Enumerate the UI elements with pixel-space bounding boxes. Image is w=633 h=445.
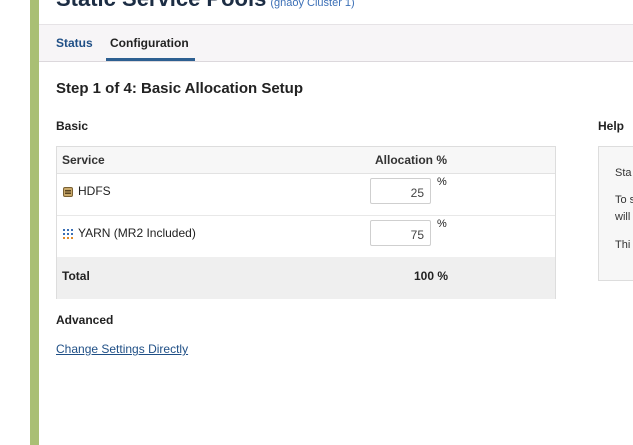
tab-configuration[interactable]: Configuration — [110, 36, 189, 50]
service-name: YARN (MR2 Included) — [78, 226, 196, 240]
percent-sign: % — [437, 176, 447, 188]
page-title-text: Static Service Pools — [56, 0, 266, 11]
tab-status[interactable]: Status — [56, 36, 93, 50]
yarn-icon — [63, 228, 73, 239]
step-title: Step 1 of 4: Basic Allocation Setup — [56, 80, 303, 97]
table-row: YARN (MR2 Included) 75 % — [57, 215, 555, 258]
total-value: 100 % — [414, 269, 449, 283]
page-title: Static Service Pools (gnaoy Cluster 1) — [56, 0, 355, 12]
total-label: Total — [62, 269, 90, 283]
service-name: HDFS — [78, 184, 111, 198]
left-accent-rail — [30, 0, 39, 445]
help-text: Sta — [615, 167, 632, 179]
allocation-table: Service Allocation % HDFS 25 % YARN (MR2… — [56, 146, 556, 299]
cluster-name: (gnaoy Cluster 1) — [270, 0, 355, 9]
help-text: will — [615, 211, 631, 223]
help-panel: Sta To s will Thi — [598, 146, 633, 281]
active-tab-indicator — [106, 58, 195, 61]
hdfs-allocation-input[interactable]: 25 — [370, 178, 431, 204]
main-content: Static Service Pools (gnaoy Cluster 1) St… — [39, 0, 633, 445]
service-yarn: YARN (MR2 Included) — [63, 226, 196, 240]
hdfs-icon — [63, 186, 73, 197]
help-text: To s — [615, 194, 633, 206]
change-settings-directly-link[interactable]: Change Settings Directly — [56, 342, 188, 356]
help-heading: Help — [598, 119, 625, 133]
service-column-header: Service — [62, 153, 105, 167]
table-header: Service Allocation % — [57, 147, 555, 174]
basic-heading: Basic — [56, 119, 89, 133]
yarn-allocation-input[interactable]: 75 — [370, 220, 431, 246]
left-gutter — [0, 0, 30, 445]
table-row: HDFS 25 % — [57, 173, 555, 216]
help-text: Thi — [615, 239, 631, 251]
allocation-column-header: Allocation % — [375, 153, 448, 167]
percent-sign: % — [437, 218, 447, 230]
advanced-heading: Advanced — [56, 313, 114, 327]
tab-bar: Status Configuration — [39, 24, 633, 62]
service-hdfs: HDFS — [63, 184, 111, 198]
total-row: Total 100 % — [57, 257, 555, 299]
